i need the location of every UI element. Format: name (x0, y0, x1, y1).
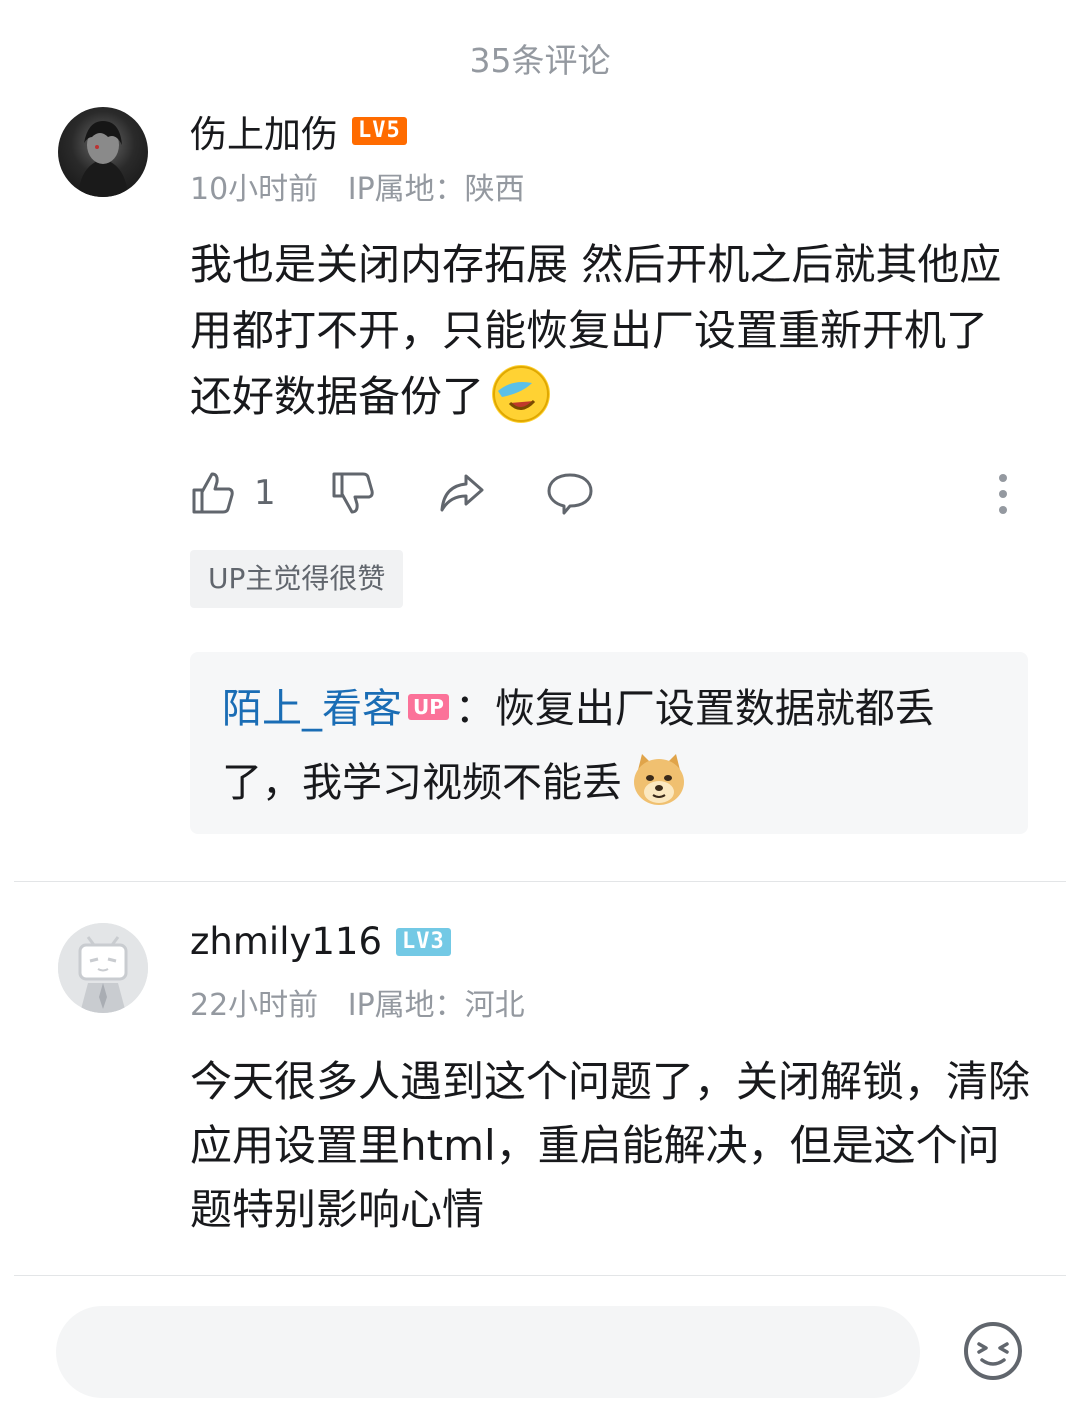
tv-mascot-icon (58, 923, 148, 1013)
emoji-icon (964, 1322, 1022, 1380)
comment-time: 22小时前 (190, 988, 319, 1023)
comment-time: 10小时前 (190, 172, 319, 207)
like-button[interactable]: 1 (190, 470, 276, 516)
comment-text: 我也是关闭内存拓展 然后开机之后就其他应用都打不开，只能恢复出厂设置重新开机了 … (190, 240, 1002, 421)
comment-input[interactable] (56, 1306, 920, 1398)
thumbs-down-icon (332, 472, 374, 514)
level-badge: LV3 (396, 927, 451, 956)
reply-button[interactable] (546, 470, 594, 516)
divider (14, 881, 1066, 882)
emoji-button[interactable] (962, 1320, 1024, 1386)
reply-text-block: 陌上_看客 UP ：恢复出厂设置数据就都丢了，我学习视频不能丢 (222, 672, 1012, 820)
facepalm-laugh-emoji (492, 365, 551, 423)
comment-actions: 1 (190, 470, 1030, 520)
username[interactable]: zhmily116 (190, 920, 382, 963)
share-button[interactable] (438, 470, 486, 516)
avatar[interactable] (58, 923, 148, 1013)
reply-preview[interactable]: 陌上_看客 UP ：恢复出厂设置数据就都丢了，我学习视频不能丢 (190, 652, 1028, 834)
reply-username[interactable]: 陌上_看客 (222, 686, 402, 732)
comment-bubble-icon (547, 473, 593, 515)
comments-count-title: 35条评论 (469, 41, 611, 80)
more-vertical-icon (999, 474, 1007, 514)
thumbs-up-icon (192, 472, 234, 514)
ip-location: IP属地：河北 (347, 988, 525, 1023)
dislike-button[interactable] (330, 470, 376, 516)
more-button[interactable] (996, 470, 1010, 516)
username[interactable]: 伤上加伤 (190, 104, 338, 158)
ip-location: IP属地：陕西 (347, 172, 525, 207)
up-badge: UP (408, 694, 449, 720)
comment-text: 今天很多人遇到这个问题了，关闭解锁，清除应用设置里html，重启能解决，但是这个… (190, 1057, 1031, 1234)
comment-text-block: 我也是关闭内存拓展 然后开机之后就其他应用都打不开，只能恢复出厂设置重新开机了 … (190, 232, 1030, 430)
divider (14, 1275, 1066, 1276)
like-count: 1 (254, 473, 276, 513)
reply-separator: ： (454, 686, 495, 732)
avatar-image (78, 121, 128, 197)
avatar[interactable] (58, 107, 148, 197)
doge-emoji (630, 750, 688, 808)
level-badge: LV5 (352, 117, 407, 145)
up-liked-tag: UP主觉得很赞 (190, 550, 404, 608)
share-icon (440, 474, 484, 512)
